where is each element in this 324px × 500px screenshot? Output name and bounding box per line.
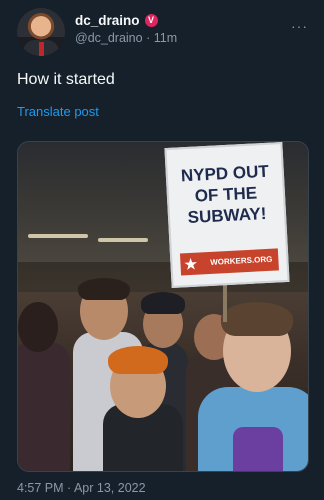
person-hair	[78, 278, 130, 300]
display-name[interactable]: dc_draino	[75, 13, 140, 28]
person-purple-collar	[233, 427, 283, 471]
separator: ·	[146, 31, 151, 45]
person-head	[18, 302, 58, 352]
tweet-photo[interactable]: NYPD OUT OF THE SUBWAY! ★ WORKERS.ORG	[17, 141, 309, 472]
tweet-text: How it started	[17, 71, 115, 88]
translate-post-link[interactable]: Translate post	[17, 104, 99, 119]
user-info: dc_draino V @dc_draino · 11m	[75, 13, 177, 45]
avatar[interactable]	[17, 8, 65, 56]
sign-strip-text: WORKERS.ORG	[209, 254, 273, 267]
person-body	[18, 342, 70, 471]
name-row: dc_draino V	[75, 13, 177, 28]
post-timestamp[interactable]: 4:57 PM · Apr 13, 2022	[17, 481, 146, 495]
sign-line-3: SUBWAY!	[187, 203, 267, 228]
handle[interactable]: @dc_draino	[75, 31, 143, 45]
person-cap	[141, 292, 185, 314]
avatar-tie	[39, 42, 44, 56]
person-hair	[221, 302, 293, 336]
person-orange-beanie	[108, 346, 168, 374]
ceiling-light	[98, 238, 148, 242]
handle-and-time: @dc_draino · 11m	[75, 31, 177, 45]
sign-strip: ★ WORKERS.ORG	[179, 248, 279, 276]
verified-badge-icon: V	[144, 14, 158, 27]
protest-sign: NYPD OUT OF THE SUBWAY! ★ WORKERS.ORG	[164, 142, 290, 288]
time-ago[interactable]: 11m	[154, 31, 177, 45]
ceiling-light	[28, 234, 88, 238]
tweet-header: dc_draino V @dc_draino · 11m ···	[17, 8, 314, 56]
star-icon: ★	[184, 255, 198, 273]
sign-pole	[223, 282, 227, 322]
more-horizontal-icon[interactable]: ···	[291, 18, 308, 34]
